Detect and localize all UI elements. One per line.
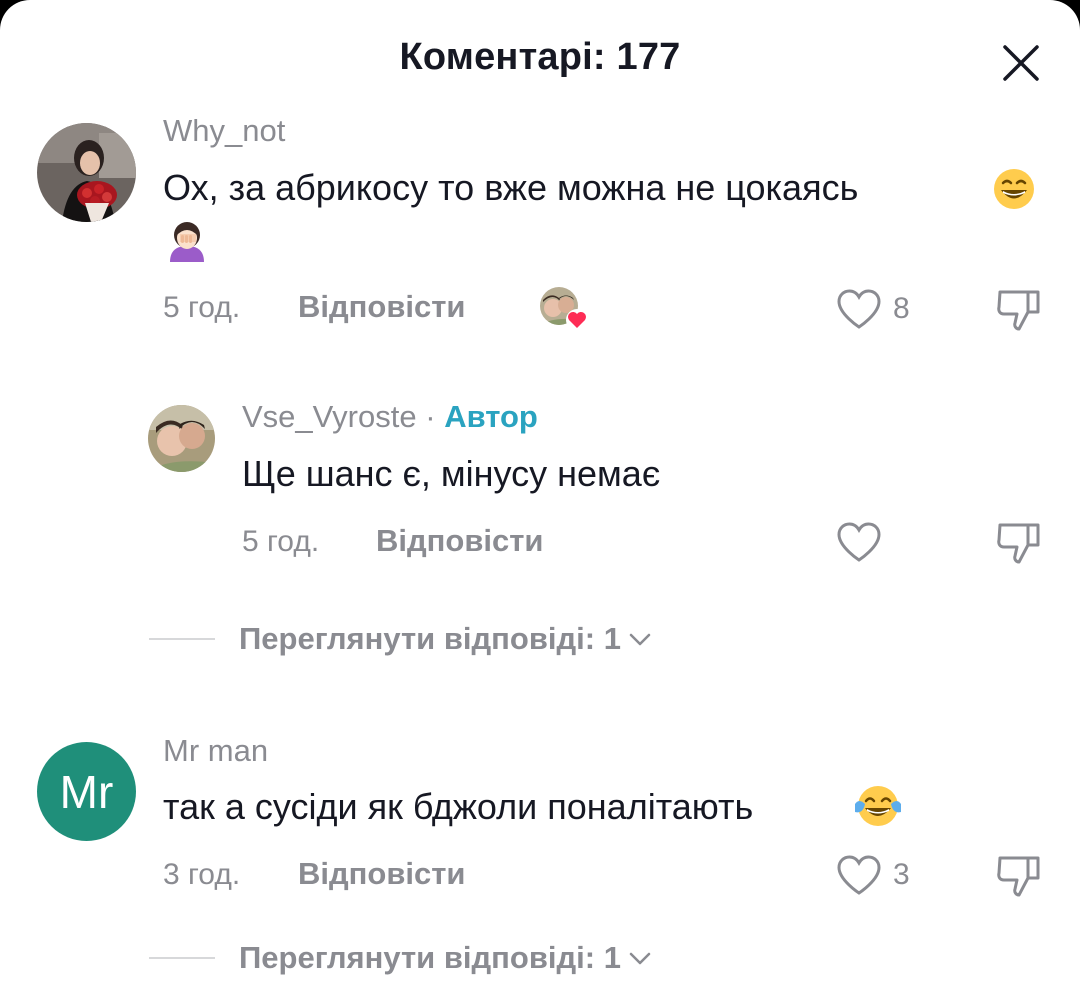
comment-time: 5 год. bbox=[163, 291, 241, 324]
reply-button[interactable]: Відповісти bbox=[298, 856, 466, 892]
avatar[interactable]: Mr bbox=[37, 742, 136, 841]
view-replies-button[interactable]: Переглянути відповіді: 1 bbox=[149, 940, 653, 976]
heart-icon[interactable] bbox=[836, 288, 882, 335]
comment-time: 5 год. bbox=[242, 525, 320, 558]
comment-username[interactable]: Vse_Vyroste · Автор bbox=[242, 399, 538, 435]
dislike-icon[interactable] bbox=[994, 852, 1044, 903]
heart-icon[interactable] bbox=[836, 854, 882, 901]
view-replies-label: Переглянути відповіді: 1 bbox=[239, 621, 621, 656]
comment-time: 3 год. bbox=[163, 858, 241, 891]
divider-line bbox=[149, 957, 215, 959]
separator: · bbox=[425, 399, 436, 434]
creator-liked-badge bbox=[539, 286, 589, 336]
close-icon[interactable] bbox=[1000, 42, 1042, 84]
reply-button[interactable]: Відповісти bbox=[376, 523, 544, 559]
avatar[interactable] bbox=[148, 405, 215, 472]
face-palm-icon bbox=[166, 218, 208, 267]
view-replies-label: Переглянути відповіді: 1 bbox=[239, 940, 621, 975]
comment-username[interactable]: Why_not bbox=[163, 113, 285, 149]
view-replies-button[interactable]: Переглянути відповіді: 1 bbox=[149, 621, 653, 657]
like-count: 3 bbox=[893, 858, 910, 891]
comment-text: Ще шанс є, мінусу немає bbox=[242, 453, 661, 494]
comment-username[interactable]: Mr man bbox=[163, 733, 268, 769]
author-badge: Автор bbox=[444, 399, 538, 434]
grinning-face-icon bbox=[992, 167, 1036, 216]
username-text[interactable]: Vse_Vyroste bbox=[242, 399, 417, 434]
divider-line bbox=[149, 638, 215, 640]
heart-icon[interactable] bbox=[836, 521, 882, 568]
comments-title: Коментарі: 177 bbox=[399, 36, 681, 78]
comments-sheet: Коментарі: 177 Why_not Ох, за абрикосу т… bbox=[0, 0, 1080, 1008]
comment-text: так а сусіди як бджоли поналітають bbox=[163, 786, 754, 827]
dislike-icon[interactable] bbox=[994, 286, 1044, 337]
comment-text: Ох, за абрикосу то вже можна не цокаясь bbox=[163, 167, 859, 208]
like-count: 8 bbox=[893, 292, 910, 325]
chevron-down-icon bbox=[629, 633, 651, 646]
chevron-down-icon bbox=[629, 952, 651, 965]
reply-button[interactable]: Відповісти bbox=[298, 289, 466, 325]
dislike-icon[interactable] bbox=[994, 519, 1044, 570]
avatar[interactable] bbox=[37, 123, 136, 222]
avatar-initials: Mr bbox=[59, 765, 114, 818]
tears-of-joy-icon bbox=[853, 784, 903, 833]
